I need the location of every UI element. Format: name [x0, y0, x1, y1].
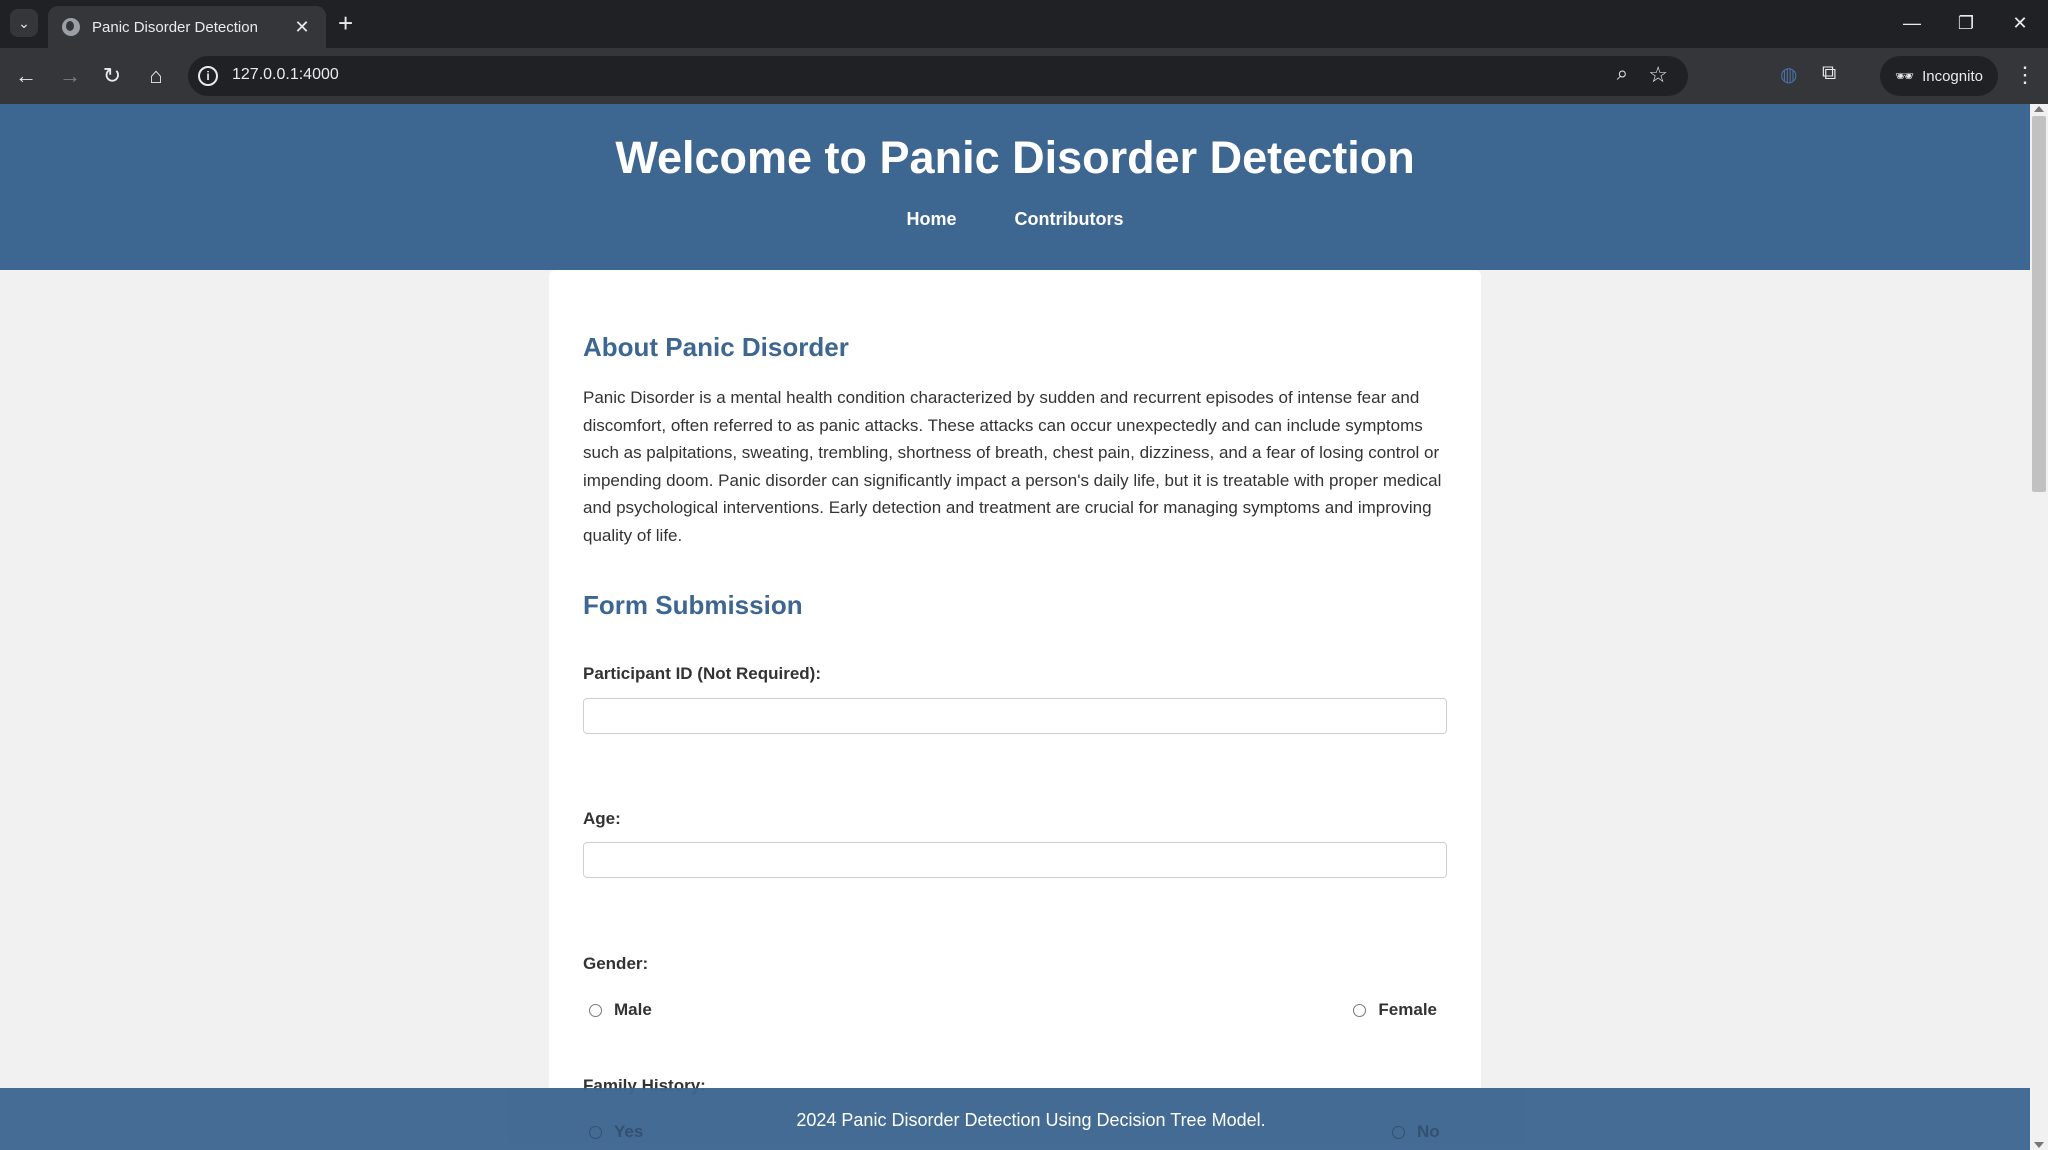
minimize-button[interactable]: — [1892, 8, 1932, 38]
gender-male-option[interactable]: Male [589, 1000, 652, 1020]
age-label: Age: [583, 809, 621, 828]
page-scrollbar[interactable] [2030, 104, 2048, 1150]
content-card: About Panic Disorder Panic Disorder is a… [549, 270, 1481, 1150]
browser-toolbar: ← → ↻ ⌂ i 127.0.0.1:4000 ⌕ ☆ ◍ ⧉ 🕶 Incog… [0, 48, 2048, 104]
family-history-no-radio[interactable] [1392, 1125, 1405, 1139]
scroll-up-icon[interactable] [2034, 106, 2044, 112]
gender-options: Male Female [583, 1000, 1447, 1020]
footer-text: 2024 Panic Disorder Detection Using Deci… [796, 1110, 1266, 1130]
gender-male-radio[interactable] [589, 1003, 602, 1017]
nav-home-link[interactable]: Home [907, 209, 957, 230]
forward-button[interactable]: → [56, 62, 84, 90]
participant-id-input[interactable] [583, 698, 1447, 734]
gender-male-label: Male [614, 1000, 652, 1019]
site-info-icon[interactable]: i [198, 66, 218, 86]
scroll-down-icon[interactable] [2034, 1142, 2044, 1148]
site-nav: Home Contributors [0, 209, 2030, 230]
age-input[interactable] [583, 842, 1447, 878]
family-history-no-option[interactable]: No [1392, 1122, 1440, 1142]
extensions-puzzle-icon[interactable]: ⧉ [1822, 62, 1836, 85]
page-viewport: Welcome to Panic Disorder Detection Home… [0, 104, 2030, 1150]
home-button[interactable]: ⌂ [142, 62, 170, 90]
gender-label: Gender: [583, 954, 649, 973]
nav-contributors-link[interactable]: Contributors [1015, 209, 1124, 230]
about-paragraph: Panic Disorder is a mental health condit… [583, 388, 1442, 545]
browser-tab[interactable]: Panic Disorder Detection ✕ [48, 6, 326, 48]
address-bar[interactable]: i 127.0.0.1:4000 ⌕ ☆ [188, 56, 1688, 96]
reload-button[interactable]: ↻ [98, 62, 126, 90]
browser-tab-strip: ⌄ Panic Disorder Detection ✕ + — ❐ ✕ [0, 0, 2048, 48]
address-url: 127.0.0.1:4000 [232, 66, 339, 83]
extension-icon[interactable]: ◍ [1780, 62, 1797, 87]
incognito-icon: 🕶 [1895, 68, 1915, 85]
gender-female-label: Female [1378, 1000, 1437, 1019]
site-header: Welcome to Panic Disorder Detection Home… [0, 104, 2030, 270]
family-history-no-label: No [1417, 1122, 1440, 1141]
site-footer: Yes 2024 Panic Disorder Detection Using … [0, 1088, 2030, 1150]
scrollbar-thumb[interactable] [2032, 116, 2046, 492]
close-window-button[interactable]: ✕ [2000, 8, 2040, 38]
bookmark-star-icon[interactable]: ☆ [1648, 62, 1668, 88]
incognito-badge[interactable]: 🕶 Incognito [1880, 56, 1998, 96]
tab-title: Panic Disorder Detection [92, 18, 258, 36]
tab-search-button[interactable]: ⌄ [10, 9, 38, 37]
gender-female-option[interactable]: Female [1353, 1000, 1437, 1020]
new-tab-button[interactable]: + [338, 10, 353, 36]
page-title: Welcome to Panic Disorder Detection [615, 132, 1415, 183]
close-tab-icon[interactable]: ✕ [292, 17, 312, 38]
browser-menu-icon[interactable]: ⋮ [2014, 62, 2036, 88]
globe-icon [62, 18, 80, 36]
incognito-label: Incognito [1922, 67, 1983, 85]
restore-button[interactable]: ❐ [1946, 8, 1986, 38]
about-heading: About Panic Disorder [583, 332, 849, 362]
back-button[interactable]: ← [12, 62, 40, 90]
participant-id-label: Participant ID (Not Required): [583, 664, 822, 683]
zoom-icon[interactable]: ⌕ [1617, 63, 1628, 86]
gender-female-radio[interactable] [1353, 1003, 1367, 1017]
form-heading: Form Submission [583, 590, 803, 620]
